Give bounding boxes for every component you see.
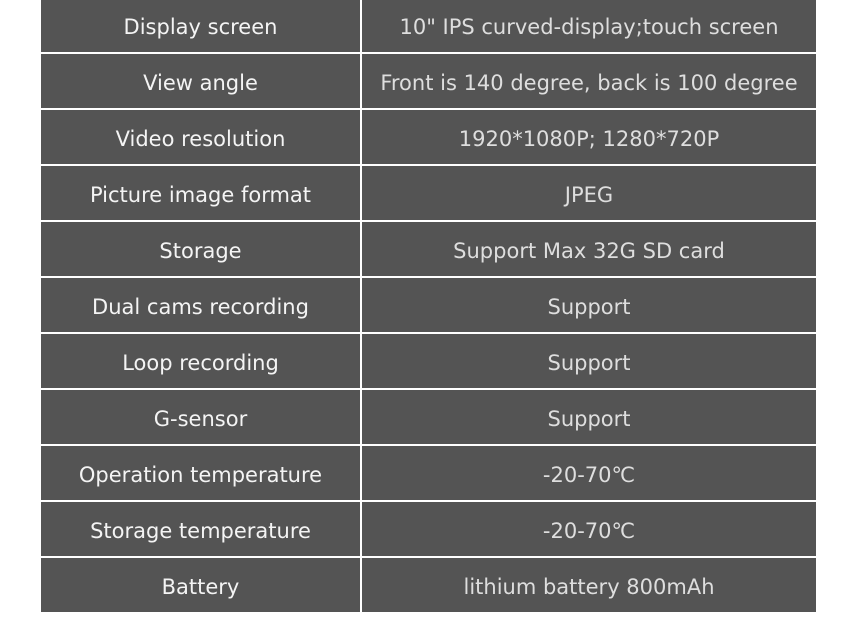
spec-label: Video resolution [41,110,360,164]
spec-label: View angle [41,54,360,108]
spec-label: Storage temperature [41,502,360,556]
table-row: View angle Front is 140 degree, back is 1… [41,54,816,108]
spec-value: Support [362,278,816,332]
spec-value: 10" IPS curved-display;touch screen [362,0,816,52]
spec-label: Storage [41,222,360,276]
spec-label: Operation temperature [41,446,360,500]
spec-label: Loop recording [41,334,360,388]
spec-label: Dual cams recording [41,278,360,332]
spec-label: Display screen [41,0,360,52]
table-row: Battery lithium battery 800mAh [41,558,816,612]
spec-value: JPEG [362,166,816,220]
table-row: Display screen 10" IPS curved-display;tou… [41,0,816,52]
spec-label: G-sensor [41,390,360,444]
table-row: G-sensor Support [41,390,816,444]
spec-value: Support [362,390,816,444]
table-row: Storage Support Max 32G SD card [41,222,816,276]
spec-table: Display screen 10" IPS curved-display;tou… [41,0,816,614]
spec-value: -20-70℃ [362,502,816,556]
table-row: Video resolution 1920*1080P; 1280*720P [41,110,816,164]
table-row: Operation temperature -20-70℃ [41,446,816,500]
spec-value: Support Max 32G SD card [362,222,816,276]
spec-value: Support [362,334,816,388]
spec-value: -20-70℃ [362,446,816,500]
table-row: Storage temperature -20-70℃ [41,502,816,556]
spec-label: Picture image format [41,166,360,220]
table-row: Picture image format JPEG [41,166,816,220]
spec-value: Front is 140 degree, back is 100 degree [362,54,816,108]
table-row: Dual cams recording Support [41,278,816,332]
spec-value: 1920*1080P; 1280*720P [362,110,816,164]
table-row: Loop recording Support [41,334,816,388]
spec-value: lithium battery 800mAh [362,558,816,612]
spec-label: Battery [41,558,360,612]
